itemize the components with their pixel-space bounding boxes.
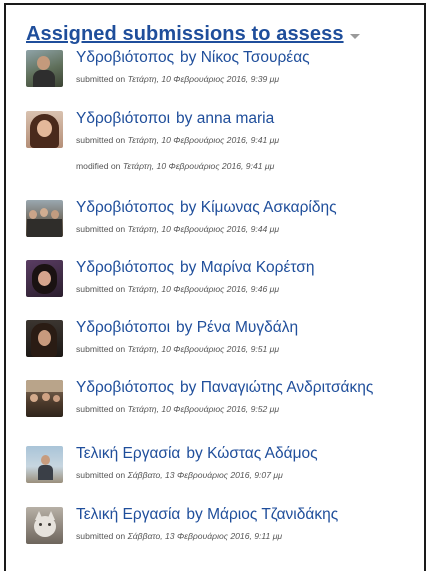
block-header: Assigned submissions to assess <box>26 21 360 47</box>
by-label: by <box>176 110 193 127</box>
submitted-date: Σάββατο, 13 Φεβρουάριος 2016, 9:07 μμ <box>127 470 283 480</box>
submission-item: Υδροβιότοπος by Κίμωνας Ασκαρίδης submitt… <box>26 199 426 239</box>
submitted-label: submitted on <box>76 74 126 84</box>
submission-link[interactable]: Τελική Εργασία <box>76 445 180 462</box>
avatar[interactable] <box>26 380 63 417</box>
submitted-meta: submitted on Τετάρτη, 10 Φεβρουάριος 201… <box>76 135 279 146</box>
submitted-meta: submitted on Σάββατο, 13 Φεβρουάριος 201… <box>76 531 282 542</box>
submission-item: Υδροβιότοπος by Νίκος Τσουρέας submitted … <box>26 49 426 89</box>
submitted-label: submitted on <box>76 470 126 480</box>
submission-item: Υδροβιότοποι by anna maria submitted on Τ… <box>26 110 426 174</box>
submitted-meta: submitted on Τετάρτη, 10 Φεβρουάριος 201… <box>76 284 279 295</box>
submitted-meta: submitted on Σάββατο, 13 Φεβρουάριος 201… <box>76 470 283 481</box>
submission-item: Τελική Εργασία by Μάριος Τζανιδάκης submi… <box>26 506 426 546</box>
avatar[interactable] <box>26 260 63 297</box>
submission-item: Υδροβιότοπος by Μαρίνα Κορέτση submitted … <box>26 259 426 299</box>
submission-title: Υδροβιότοπος by Κίμωνας Ασκαρίδης <box>76 199 337 217</box>
submission-link[interactable]: Υδροβιότοπος <box>76 49 174 66</box>
submission-title: Υδροβιότοποι by anna maria <box>76 110 274 128</box>
avatar[interactable] <box>26 111 63 148</box>
submission-link[interactable]: Υδροβιότοποι <box>76 110 170 127</box>
submitted-date: Τετάρτη, 10 Φεβρουάριος 2016, 9:52 μμ <box>127 404 280 414</box>
by-label: by <box>186 445 203 462</box>
by-label: by <box>180 49 197 66</box>
submission-title: Υδροβιότοπος by Παναγιώτης Ανδριτσάκης <box>76 379 373 397</box>
submission-link[interactable]: Υδροβιότοποι <box>76 319 170 336</box>
submission-item: Υδροβιότοπος by Παναγιώτης Ανδριτσάκης su… <box>26 379 426 419</box>
avatar[interactable] <box>26 507 63 544</box>
avatar[interactable] <box>26 200 63 237</box>
submitted-meta: submitted on Τετάρτη, 10 Φεβρουάριος 201… <box>76 344 279 355</box>
modified-meta: modified on Τετάρτη, 10 Φεβρουάριος 2016… <box>76 161 274 172</box>
submission-link[interactable]: Υδροβιότοπος <box>76 199 174 216</box>
submission-link[interactable]: Τελική Εργασία <box>76 506 180 523</box>
submitted-date: Τετάρτη, 10 Φεβρουάριος 2016, 9:44 μμ <box>127 224 280 234</box>
author-name: Κίμωνας Ασκαρίδης <box>200 199 337 216</box>
by-label: by <box>186 506 203 523</box>
author-name: Μάριος Τζανιδάκης <box>207 506 339 523</box>
chevron-down-icon[interactable] <box>349 33 360 39</box>
submission-title: Υδροβιότοπος by Νίκος Τσουρέας <box>76 49 310 67</box>
submission-item: Τελική Εργασία by Κώστας Αδάμος submitted… <box>26 445 426 485</box>
block-title-link[interactable]: Assigned submissions to assess <box>26 23 344 46</box>
author-name: Παναγιώτης Ανδριτσάκης <box>200 379 374 396</box>
submitted-label: submitted on <box>76 404 126 414</box>
avatar[interactable] <box>26 50 63 87</box>
submitted-label: submitted on <box>76 135 126 145</box>
by-label: by <box>176 319 193 336</box>
author-name: anna maria <box>196 110 275 127</box>
submitted-date: Τετάρτη, 10 Φεβρουάριος 2016, 9:39 μμ <box>127 74 280 84</box>
by-label: by <box>180 259 197 276</box>
author-name: Μαρίνα Κορέτση <box>200 259 315 276</box>
submitted-meta: submitted on Τετάρτη, 10 Φεβρουάριος 201… <box>76 224 279 235</box>
submitted-label: submitted on <box>76 531 126 541</box>
submitted-date: Τετάρτη, 10 Φεβρουάριος 2016, 9:41 μμ <box>127 135 280 145</box>
submitted-date: Τετάρτη, 10 Φεβρουάριος 2016, 9:51 μμ <box>127 344 280 354</box>
submission-title: Τελική Εργασία by Μάριος Τζανιδάκης <box>76 506 338 524</box>
submitted-date: Σάββατο, 13 Φεβρουάριος 2016, 9:11 μμ <box>127 531 283 541</box>
submitted-label: submitted on <box>76 284 126 294</box>
submission-title: Υδροβιότοπος by Μαρίνα Κορέτση <box>76 259 314 277</box>
submitted-label: submitted on <box>76 224 126 234</box>
author-name: Κώστας Αδάμος <box>207 445 318 462</box>
submission-title: Υδροβιότοποι by Ρένα Μυγδάλη <box>76 319 298 337</box>
submitted-meta: submitted on Τετάρτη, 10 Φεβρουάριος 201… <box>76 74 279 85</box>
submission-title: Τελική Εργασία by Κώστας Αδάμος <box>76 445 318 463</box>
avatar[interactable] <box>26 320 63 357</box>
modified-label: modified on <box>76 161 121 171</box>
submission-link[interactable]: Υδροβιότοπος <box>76 379 174 396</box>
avatar[interactable] <box>26 446 63 483</box>
submitted-date: Τετάρτη, 10 Φεβρουάριος 2016, 9:46 μμ <box>127 284 280 294</box>
modified-date: Τετάρτη, 10 Φεβρουάριος 2016, 9:41 μμ <box>122 161 275 171</box>
author-name: Νίκος Τσουρέας <box>200 49 310 66</box>
submission-link[interactable]: Υδροβιότοπος <box>76 259 174 276</box>
by-label: by <box>180 199 197 216</box>
submitted-meta: submitted on Τετάρτη, 10 Φεβρουάριος 201… <box>76 404 279 415</box>
by-label: by <box>180 379 197 396</box>
submitted-label: submitted on <box>76 344 126 354</box>
submission-item: Υδροβιότοποι by Ρένα Μυγδάλη submitted on… <box>26 319 426 359</box>
author-name: Ρένα Μυγδάλη <box>196 319 299 336</box>
